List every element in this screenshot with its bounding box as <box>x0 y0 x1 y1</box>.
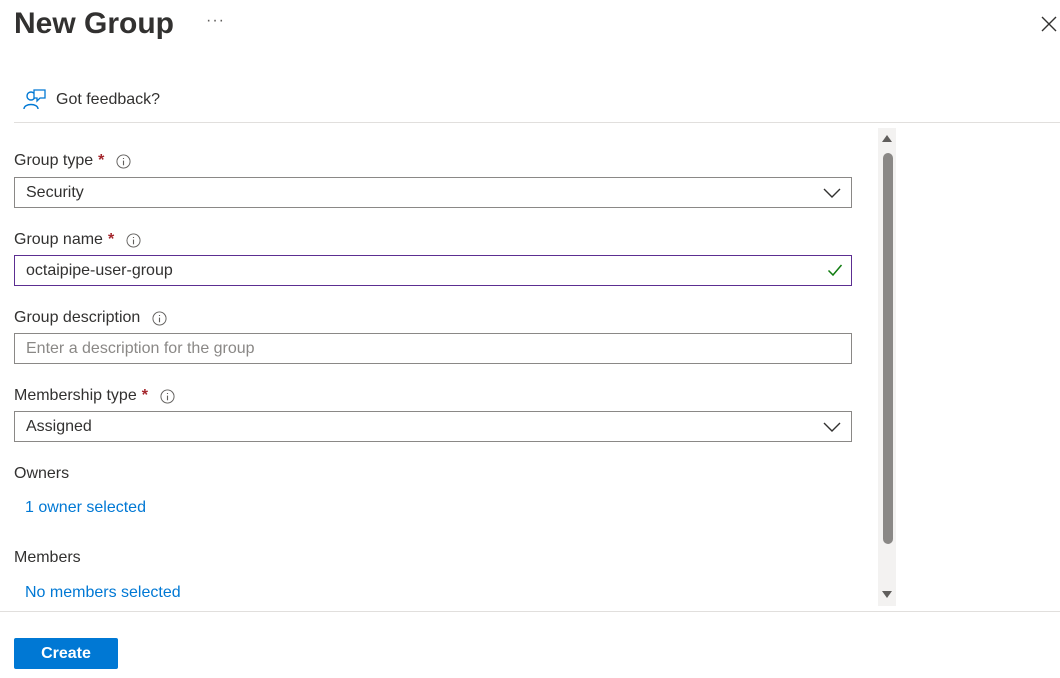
info-icon[interactable] <box>116 153 131 169</box>
create-button[interactable]: Create <box>14 638 118 669</box>
group-description-label: Group description <box>14 307 167 329</box>
group-name-label-text: Group name <box>14 231 103 248</box>
group-type-label-text: Group type <box>14 152 94 169</box>
group-name-value: octaipipe-user-group <box>26 261 173 279</box>
owners-link[interactable]: 1 owner selected <box>25 499 146 517</box>
group-type-label: Group type * <box>14 150 131 172</box>
scrollbar-thumb[interactable] <box>883 153 893 544</box>
required-marker: * <box>141 387 148 404</box>
membership-type-label: Membership type * <box>14 385 175 407</box>
feedback-label: Got feedback? <box>56 91 161 108</box>
footer-divider <box>0 611 1060 612</box>
owners-label-text: Owners <box>14 465 70 482</box>
feedback-link[interactable]: Got feedback? <box>22 87 160 113</box>
checkmark-icon <box>827 264 843 277</box>
group-type-dropdown[interactable]: Security <box>14 177 852 208</box>
required-marker: * <box>107 231 115 248</box>
group-description-placeholder: Enter a description for the group <box>26 339 255 357</box>
scroll-down-arrow-icon[interactable] <box>882 591 892 599</box>
chevron-down-icon <box>823 422 841 432</box>
info-icon[interactable] <box>126 232 141 248</box>
membership-type-value: Assigned <box>26 417 92 435</box>
membership-type-label-text: Membership type <box>14 387 137 404</box>
chevron-down-icon <box>823 188 841 198</box>
membership-type-dropdown[interactable]: Assigned <box>14 411 852 442</box>
header-divider <box>14 122 1060 123</box>
owners-label: Owners <box>14 463 69 485</box>
group-description-label-text: Group description <box>14 309 141 326</box>
more-options-button[interactable]: ··· <box>206 12 225 30</box>
feedback-icon <box>23 89 46 110</box>
group-description-input[interactable]: Enter a description for the group <box>14 333 852 364</box>
close-icon[interactable] <box>1039 14 1059 34</box>
group-name-label: Group name * <box>14 229 141 251</box>
group-name-input[interactable]: octaipipe-user-group <box>14 255 852 286</box>
members-link[interactable]: No members selected <box>25 584 181 602</box>
page-title: New Group <box>14 7 175 40</box>
info-icon[interactable] <box>152 310 167 326</box>
scroll-up-arrow-icon[interactable] <box>882 134 892 142</box>
info-icon[interactable] <box>160 388 175 404</box>
required-marker: * <box>98 152 105 169</box>
group-type-value: Security <box>26 183 84 201</box>
members-label: Members <box>14 547 81 569</box>
members-label-text: Members <box>14 549 81 566</box>
